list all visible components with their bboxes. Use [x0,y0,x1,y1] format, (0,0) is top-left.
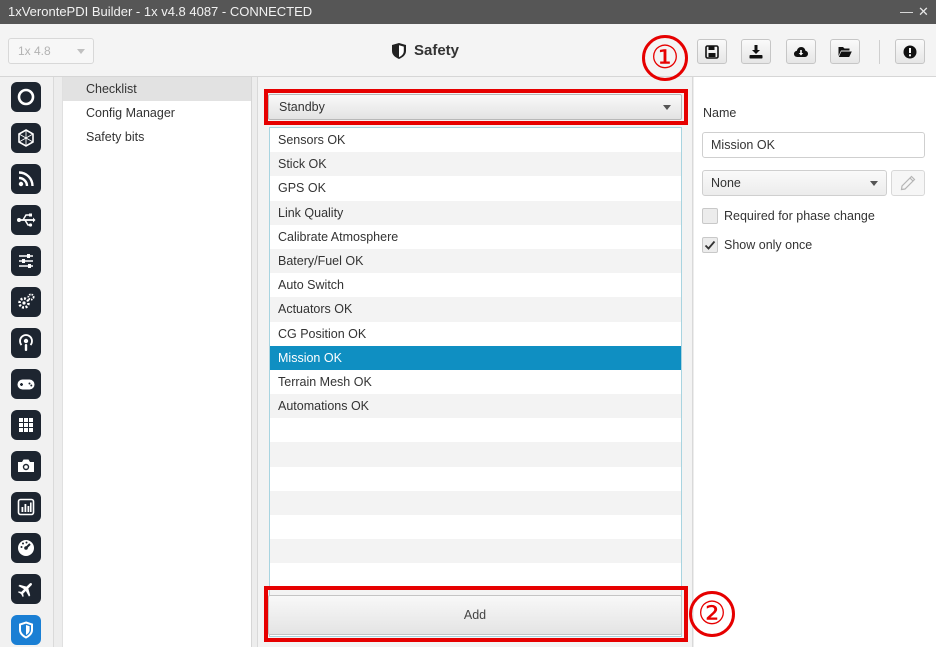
download-icon [749,44,763,58]
empty-row [270,539,681,564]
cloud-download-button[interactable] [786,39,816,64]
info-icon [903,45,917,58]
minimize-button[interactable]: — [900,0,913,24]
sliders-icon[interactable] [11,246,41,276]
empty-row [270,563,681,587]
phase-select-value: Standby [279,100,325,114]
subnav-item-safety-bits[interactable]: Safety bits [63,125,251,149]
empty-row [270,515,681,539]
checklist-list: Sensors OK Stick OK GPS OK Link Quality … [269,127,682,637]
usb-icon[interactable] [11,205,41,235]
save-icon [705,44,719,59]
phase-select[interactable]: Standby [268,94,682,120]
list-item[interactable]: Automations OK [270,394,681,419]
edit-button[interactable] [891,170,925,196]
module-sidebar [0,77,54,647]
open-folder-button[interactable] [830,39,860,64]
annotation-two: ② [689,591,735,637]
info-button[interactable] [895,39,925,64]
detail-panel: Name None Required for phase change Show… [694,77,936,647]
name-field[interactable] [702,132,925,158]
window-title: 1xVeronte​PDI Builder - 1x v4.8 4087 - C… [8,4,313,19]
safety-subnav: Checklist Config Manager Safety bits [62,77,252,647]
gamepad-icon[interactable] [11,369,41,399]
chevron-down-icon [663,105,671,110]
empty-row [270,467,681,491]
shield-nav-icon[interactable] [11,615,41,645]
gears-icon[interactable] [11,287,41,317]
list-item[interactable]: Stick OK [270,152,681,177]
list-item[interactable]: Batery/Fuel OK [270,248,681,274]
required-checkbox[interactable] [702,208,718,224]
annotation-one: ① [642,35,688,81]
download-button[interactable] [741,39,771,64]
empty-row [270,490,681,515]
list-item[interactable]: Sensors OK [270,128,681,152]
hexagon-icon[interactable] [11,123,41,153]
window-titlebar: 1xVeronte​PDI Builder - 1x v4.8 4087 - C… [0,0,936,24]
condition-select-value: None [711,176,741,190]
list-item[interactable]: Auto Switch [270,273,681,297]
podcast-icon[interactable] [11,328,41,358]
list-item-selected[interactable]: Mission OK [270,345,681,370]
version-select[interactable]: 1x 4.8 [8,38,94,64]
empty-row [270,418,681,442]
show-once-label: Show only once [724,238,813,252]
list-item[interactable]: GPS OK [270,176,681,200]
condition-select[interactable]: None [702,170,887,196]
power-icon[interactable] [11,82,41,112]
chevron-down-icon [870,181,878,186]
list-item[interactable]: Link Quality [270,200,681,225]
gauge-icon[interactable] [11,533,41,563]
chart-icon[interactable] [11,492,41,522]
camera-icon[interactable] [11,451,41,481]
list-item[interactable]: Terrain Mesh OK [270,370,681,394]
show-once-checkbox[interactable] [702,237,718,253]
page-title: Safety [392,42,459,59]
subnav-item-config-manager[interactable]: Config Manager [63,101,251,125]
list-item[interactable]: Calibrate Atmosphere [270,225,681,249]
name-label: Name [703,106,737,120]
toolbar-divider [879,40,880,64]
cloud-download-icon [794,46,808,57]
save-button[interactable] [697,39,727,64]
plane-icon[interactable] [11,574,41,604]
pencil-icon [900,175,916,191]
rss-icon[interactable] [11,164,41,194]
checklist-panel: Standby Sensors OK Stick OK GPS OK Link … [257,77,693,647]
checkmark-icon [704,240,716,250]
list-item[interactable]: CG Position OK [270,322,681,346]
toolbar: 1x 4.8 Safety [0,24,936,77]
list-item[interactable]: Actuators OK [270,297,681,322]
show-once-checkbox-row[interactable]: Show only once [702,237,812,253]
required-checkbox-row[interactable]: Required for phase change [702,208,875,224]
add-button[interactable]: Add [268,595,682,635]
version-select-value: 1x 4.8 [18,44,51,58]
folder-open-icon [838,46,852,57]
shield-icon [392,42,406,59]
subnav-item-checklist[interactable]: Checklist [63,77,251,101]
grid-icon[interactable] [11,410,41,440]
required-label: Required for phase change [724,209,875,223]
page-title-label: Safety [414,42,460,59]
empty-row [270,442,681,467]
close-button[interactable]: ✕ [918,0,929,24]
chevron-down-icon [77,49,85,54]
